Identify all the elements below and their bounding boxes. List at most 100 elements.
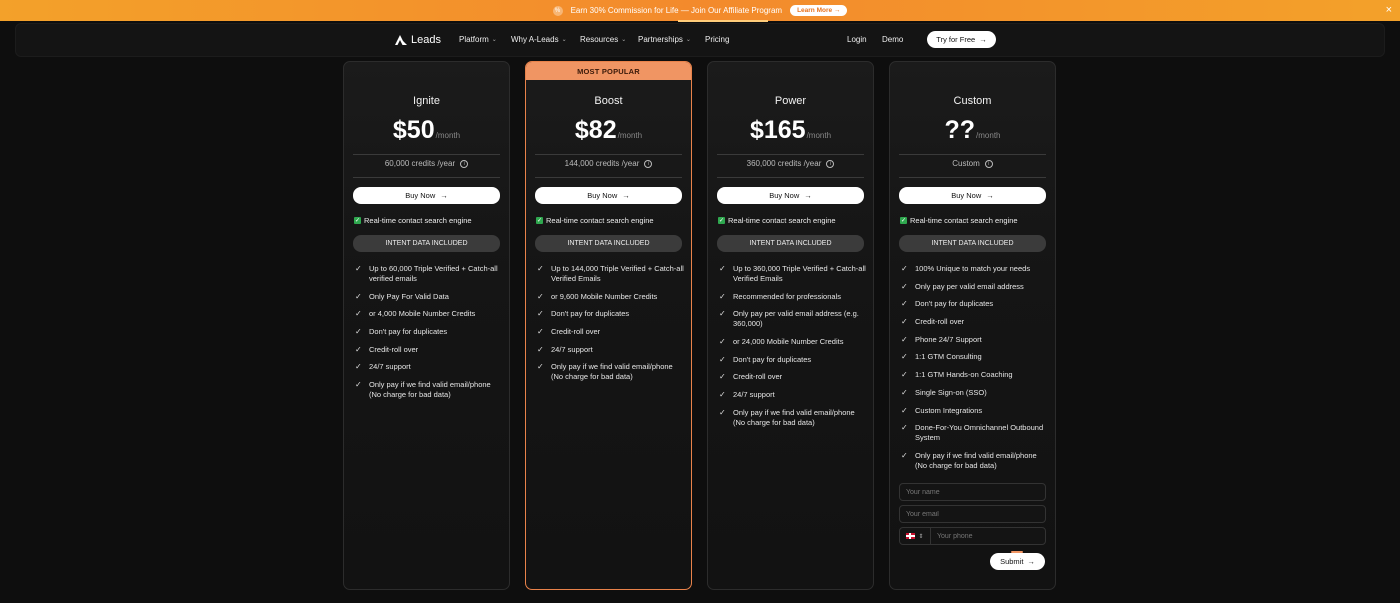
feature-list: ✓ 100% Unique to match your needs ✓ Only p… (901, 264, 1049, 479)
checkbox-check-icon: ✓ (536, 217, 543, 224)
close-icon[interactable]: × (1386, 4, 1392, 16)
denmark-flag-icon (906, 533, 916, 539)
intent-data-badge: INTENT DATA INCLUDED (899, 235, 1046, 252)
login-link[interactable]: Login (847, 35, 867, 44)
chevron-down-icon: ⌄ (685, 37, 691, 43)
feature-text: 1:1 GTM Hands-on Coaching (915, 370, 1013, 380)
check-icon: ✓ (719, 309, 726, 319)
nav-resources[interactable]: Resources ⌄ (580, 35, 626, 44)
submit-button[interactable]: Submit → (990, 553, 1045, 570)
arrow-right-icon: → (804, 191, 812, 200)
login-label: Login (847, 35, 867, 44)
divider (353, 177, 500, 178)
buy-now-button[interactable]: Buy Now → (535, 187, 682, 204)
demo-link[interactable]: Demo (882, 35, 903, 44)
feature-item: ✓ Don't pay for duplicates (719, 355, 867, 365)
buy-now-button[interactable]: Buy Now → (717, 187, 864, 204)
country-code-select[interactable]: ⇕ (900, 528, 931, 544)
check-icon: ✓ (719, 390, 726, 400)
credits-row: 360,000 credits /year i (708, 159, 873, 168)
nav-label: Platform (459, 35, 489, 44)
check-icon: ✓ (537, 291, 544, 301)
intent-data-badge: INTENT DATA INCLUDED (717, 235, 864, 252)
buy-now-button[interactable]: Buy Now → (353, 187, 500, 204)
logo[interactable]: Leads (395, 34, 441, 46)
feature-text: Only pay per valid email address (915, 281, 1024, 291)
percent-tag-icon: % (552, 5, 563, 16)
phone-input[interactable] (931, 528, 1045, 544)
check-icon: ✓ (719, 291, 726, 301)
info-icon[interactable]: i (460, 159, 469, 168)
check-icon: ✓ (901, 370, 908, 380)
info-icon[interactable]: i (826, 159, 835, 168)
plan-price: $82 (574, 116, 617, 144)
divider (899, 177, 1046, 178)
feature-text: Only pay per valid email address (e.g. 3… (733, 309, 859, 329)
nav-label: Pricing (705, 35, 730, 44)
feature-text: or 9,600 Mobile Number Credits (551, 291, 658, 301)
check-icon: ✓ (901, 423, 908, 433)
try-label: Try for Free (936, 35, 976, 44)
try-for-free-button[interactable]: Try for Free → (927, 31, 996, 48)
feature-text: 24/7 support (369, 362, 411, 372)
feature-item: ✓ Custom Integrations (901, 406, 1049, 416)
feature-item: ✓ Don't pay for duplicates (901, 299, 1049, 309)
nav-pricing[interactable]: Pricing (705, 35, 729, 44)
learn-more-button[interactable]: Learn More → (790, 5, 848, 16)
credits-row: 60,000 credits /year i (344, 159, 509, 168)
feature-list: ✓ Up to 360,000 Triple Verified + Catch-a… (719, 264, 867, 436)
feature-item: ✓ Only pay if we find valid email/phone (… (537, 362, 685, 382)
price-row: $50 /month (344, 116, 509, 145)
nav-partnerships[interactable]: Partnerships ⌄ (638, 35, 691, 44)
feature-item: ✓ 24/7 support (355, 362, 503, 372)
check-icon: ✓ (901, 299, 908, 309)
buy-label: Buy Now (587, 191, 618, 200)
price-row: $82 /month (526, 116, 691, 145)
plan-name: Custom (953, 95, 992, 107)
realtime-feature: ✓ Real-time contact search engine (536, 216, 654, 225)
checkbox-check-icon: ✓ (900, 217, 907, 224)
arrow-right-icon: → (986, 191, 994, 200)
check-icon: ✓ (355, 362, 362, 372)
feature-text: Up to 360,000 Triple Verified + Catch-al… (733, 264, 866, 283)
nav-platform[interactable]: Platform ⌄ (459, 35, 497, 44)
feature-item: ✓ Phone 24/7 Support (901, 335, 1049, 345)
plan-name: Power (774, 95, 807, 107)
feature-item: ✓ or 24,000 Mobile Number Credits (719, 337, 867, 347)
check-icon: ✓ (901, 352, 908, 362)
arrow-right-icon: → (440, 191, 448, 200)
divider (717, 154, 864, 155)
check-icon: ✓ (537, 264, 544, 273)
feature-item: ✓ or 9,600 Mobile Number Credits (537, 292, 685, 302)
plan-price: ?? (944, 116, 976, 144)
buy-now-button[interactable]: Buy Now → (899, 187, 1046, 204)
nav-why-a-leads[interactable]: Why A-Leads ⌄ (511, 35, 567, 44)
feature-text: Up to 144,000 Triple Verified + Catch-al… (551, 264, 684, 283)
realtime-text: Real-time contact search engine (728, 216, 836, 225)
feature-text: Only Pay For Valid Data (369, 291, 449, 301)
phone-field: ⇕ (899, 527, 1046, 545)
feature-text: Credit-roll over (733, 372, 783, 382)
feature-text: Custom Integrations (915, 405, 983, 415)
check-icon: ✓ (901, 450, 908, 460)
divider (353, 154, 500, 155)
email-input[interactable] (899, 505, 1046, 523)
check-icon: ✓ (719, 407, 726, 417)
feature-item: ✓ Done-For-You Omnichannel Outbound Syste… (901, 423, 1049, 443)
credits-text: Custom (952, 159, 980, 168)
check-icon: ✓ (719, 264, 726, 273)
feature-item: ✓ Credit-roll over (901, 317, 1049, 327)
realtime-feature: ✓ Real-time contact search engine (718, 216, 836, 225)
banner-text: Earn 30% Commission for Life — Join Our … (570, 6, 783, 15)
info-icon[interactable]: i (644, 159, 653, 168)
nav-label: Why A-Leads (511, 35, 559, 44)
logo-text: Leads (411, 34, 441, 46)
feature-list: ✓ Up to 60,000 Triple Verified + Catch-al… (355, 264, 503, 408)
nav-label: Resources (580, 35, 619, 44)
realtime-text: Real-time contact search engine (364, 216, 472, 225)
feature-text: Don't pay for duplicates (551, 309, 630, 319)
name-input[interactable] (899, 483, 1046, 501)
price-period: /month (617, 131, 643, 140)
info-icon[interactable]: i (984, 159, 993, 168)
check-icon: ✓ (719, 372, 726, 382)
